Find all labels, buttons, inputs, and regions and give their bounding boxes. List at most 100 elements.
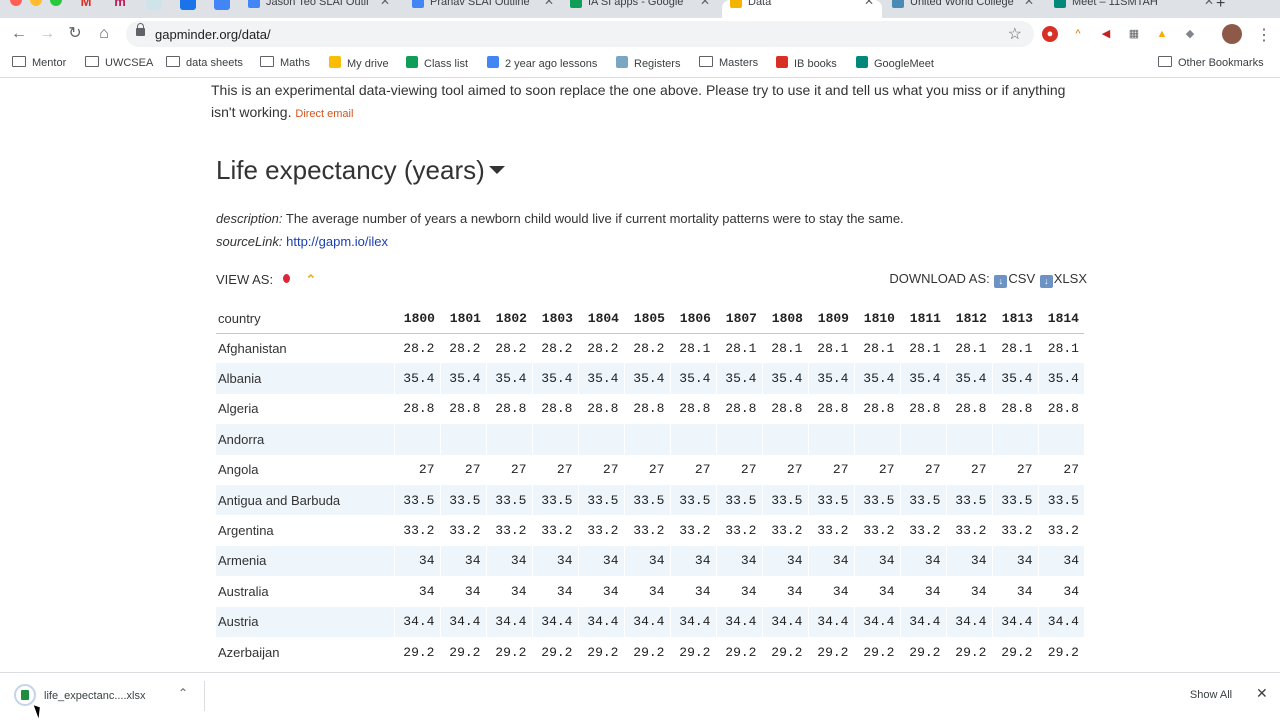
value-cell: 34 <box>623 576 670 607</box>
download-filename[interactable]: life_expectanc....xlsx <box>44 690 146 702</box>
address-bar[interactable]: gapminder.org/data/ ☆ <box>126 21 1034 47</box>
value-cell: 33.5 <box>715 484 762 516</box>
value-cell: 34.4 <box>1037 606 1084 637</box>
excel-file-icon[interactable] <box>14 684 36 706</box>
tab-close-icon[interactable]: ✕ <box>1024 0 1034 7</box>
year-column-header[interactable]: 1804 <box>578 305 624 334</box>
window-minimize-button[interactable] <box>30 0 42 6</box>
tab-close-icon[interactable]: ✕ <box>700 0 710 7</box>
year-column-header[interactable]: 1811 <box>900 305 946 334</box>
year-column-header[interactable]: 1806 <box>670 305 716 334</box>
bookmark-registers[interactable]: Registers <box>616 56 680 72</box>
new-tab-button[interactable]: + <box>1216 0 1225 13</box>
calendar-icon[interactable] <box>180 0 196 10</box>
extension-icon[interactable]: ◆ <box>1182 26 1198 42</box>
docs-icon[interactable] <box>214 0 230 10</box>
value-cell <box>1037 424 1084 455</box>
folder-icon <box>166 56 180 67</box>
tab-title: United World College <box>910 0 1014 8</box>
tab-close-icon[interactable]: ✕ <box>864 0 874 7</box>
year-column-header[interactable]: 1812 <box>946 305 992 334</box>
value-cell: 28.1 <box>807 333 854 364</box>
tab-5[interactable]: United World College ✕ <box>884 0 1042 18</box>
year-column-header[interactable]: 1800 <box>394 305 440 334</box>
other-bookmarks[interactable]: Other Bookmarks <box>1158 56 1264 72</box>
bookmark-my-drive[interactable]: My drive <box>329 56 389 72</box>
tab-1[interactable]: Jason Teo SLAI Outli ✕ <box>240 0 398 18</box>
tab-4[interactable]: Data ✕ <box>722 0 882 18</box>
xlsx-download-link[interactable]: XLSX <box>1054 271 1087 286</box>
value-cell: 33.5 <box>807 484 854 516</box>
value-cell: 29.2 <box>393 636 440 668</box>
tab-close-icon[interactable]: ✕ <box>380 0 390 7</box>
thumbs-up-icon[interactable]: ▲ <box>1154 26 1170 42</box>
year-column-header[interactable]: 1803 <box>532 305 578 334</box>
download-icon[interactable]: ↓ <box>994 275 1008 288</box>
megaphone-icon[interactable]: ◀ <box>1098 26 1114 42</box>
tab-title: IA SI apps - Google <box>588 0 684 8</box>
grid-extension-icon[interactable]: ▦ <box>1126 26 1142 42</box>
bookmark-uwcsea[interactable]: UWCSEA <box>85 56 153 72</box>
bubble-chart-icon[interactable] <box>282 274 290 283</box>
year-column-header[interactable]: 1808 <box>762 305 808 334</box>
menu-icon[interactable]: ⋮ <box>1256 25 1272 45</box>
tab-2[interactable]: Pranav SLAI Outline ✕ <box>404 0 562 18</box>
value-cell: 28.2 <box>531 333 578 364</box>
back-icon[interactable]: ← <box>9 24 29 44</box>
bookmark-ib-books[interactable]: IB books <box>776 56 837 72</box>
view-as: VIEW AS: ⌃ <box>216 272 316 288</box>
country-column-header[interactable]: country <box>216 305 394 334</box>
value-cell: 33.5 <box>623 484 670 516</box>
bookmark-mentor[interactable]: Mentor <box>12 56 66 72</box>
value-cell <box>945 424 992 455</box>
bookmark-2-year-ago-lessons[interactable]: 2 year ago lessons <box>487 56 597 72</box>
direct-email-link[interactable]: Direct email <box>295 108 353 120</box>
reload-icon[interactable]: ↻ <box>65 24 85 44</box>
description-text: The average number of years a newborn ch… <box>285 211 904 226</box>
value-cell: 34 <box>899 576 946 607</box>
extension-icon[interactable]: ● <box>1042 26 1058 42</box>
country-cell: Afghanistan <box>218 340 287 356</box>
close-icon[interactable]: ✕ <box>1256 685 1268 702</box>
extension-icon[interactable]: ^ <box>1070 26 1086 42</box>
year-column-header[interactable]: 1814 <box>1038 305 1084 334</box>
download-icon[interactable]: ↓ <box>1039 275 1053 288</box>
year-column-header[interactable]: 1802 <box>486 305 532 334</box>
tab-3[interactable]: IA SI apps - Google ✕ <box>562 0 718 18</box>
chevron-up-icon[interactable]: ⌃ <box>178 686 188 700</box>
gmail-icon[interactable]: M <box>78 0 94 10</box>
folder-icon <box>1158 56 1172 67</box>
profile-avatar[interactable] <box>1222 24 1242 44</box>
country-cell: Armenia <box>216 545 394 577</box>
source-link[interactable]: http://gapm.io/ilex <box>286 234 388 249</box>
value-cell: 33.5 <box>531 484 578 516</box>
bookmark-class-list[interactable]: Class list <box>406 56 468 72</box>
year-column-header[interactable]: 1807 <box>716 305 762 334</box>
year-column-header[interactable]: 1809 <box>808 305 854 334</box>
window-close-button[interactable] <box>10 0 22 6</box>
mountain-chart-icon[interactable]: ⌃ <box>305 272 316 288</box>
tab-6[interactable]: Meet – 11SMTAH ✕ <box>1046 0 1222 18</box>
bookmark-masters[interactable]: Masters <box>699 56 758 72</box>
bookmark-googlemeet[interactable]: GoogleMeet <box>856 56 934 72</box>
url-text[interactable]: gapminder.org/data/ <box>155 27 271 42</box>
moodle-icon[interactable]: m <box>112 0 128 10</box>
bookmark-star-icon[interactable]: ☆ <box>1008 24 1022 44</box>
value-cell: 29.2 <box>945 636 992 668</box>
tab-close-icon[interactable]: ✕ <box>1204 0 1214 7</box>
pinned-tab-icon[interactable] <box>146 0 162 10</box>
csv-download-link[interactable]: CSV <box>1008 271 1035 286</box>
tab-close-icon[interactable]: ✕ <box>544 0 554 7</box>
year-column-header[interactable]: 1801 <box>440 305 486 334</box>
bookmark-maths[interactable]: Maths <box>260 56 310 72</box>
home-icon[interactable]: ⌂ <box>94 24 114 44</box>
indicator-title[interactable]: Life expectancy (years) <box>216 155 505 186</box>
dropdown-caret-icon[interactable] <box>488 166 505 174</box>
year-column-header[interactable]: 1810 <box>854 305 900 334</box>
forward-icon[interactable]: → <box>37 24 57 44</box>
bookmark-data-sheets[interactable]: data sheets <box>166 56 243 72</box>
show-all-button[interactable]: Show All <box>1180 682 1242 708</box>
window-zoom-button[interactable] <box>50 0 62 6</box>
year-column-header[interactable]: 1813 <box>992 305 1038 334</box>
year-column-header[interactable]: 1805 <box>624 305 670 334</box>
